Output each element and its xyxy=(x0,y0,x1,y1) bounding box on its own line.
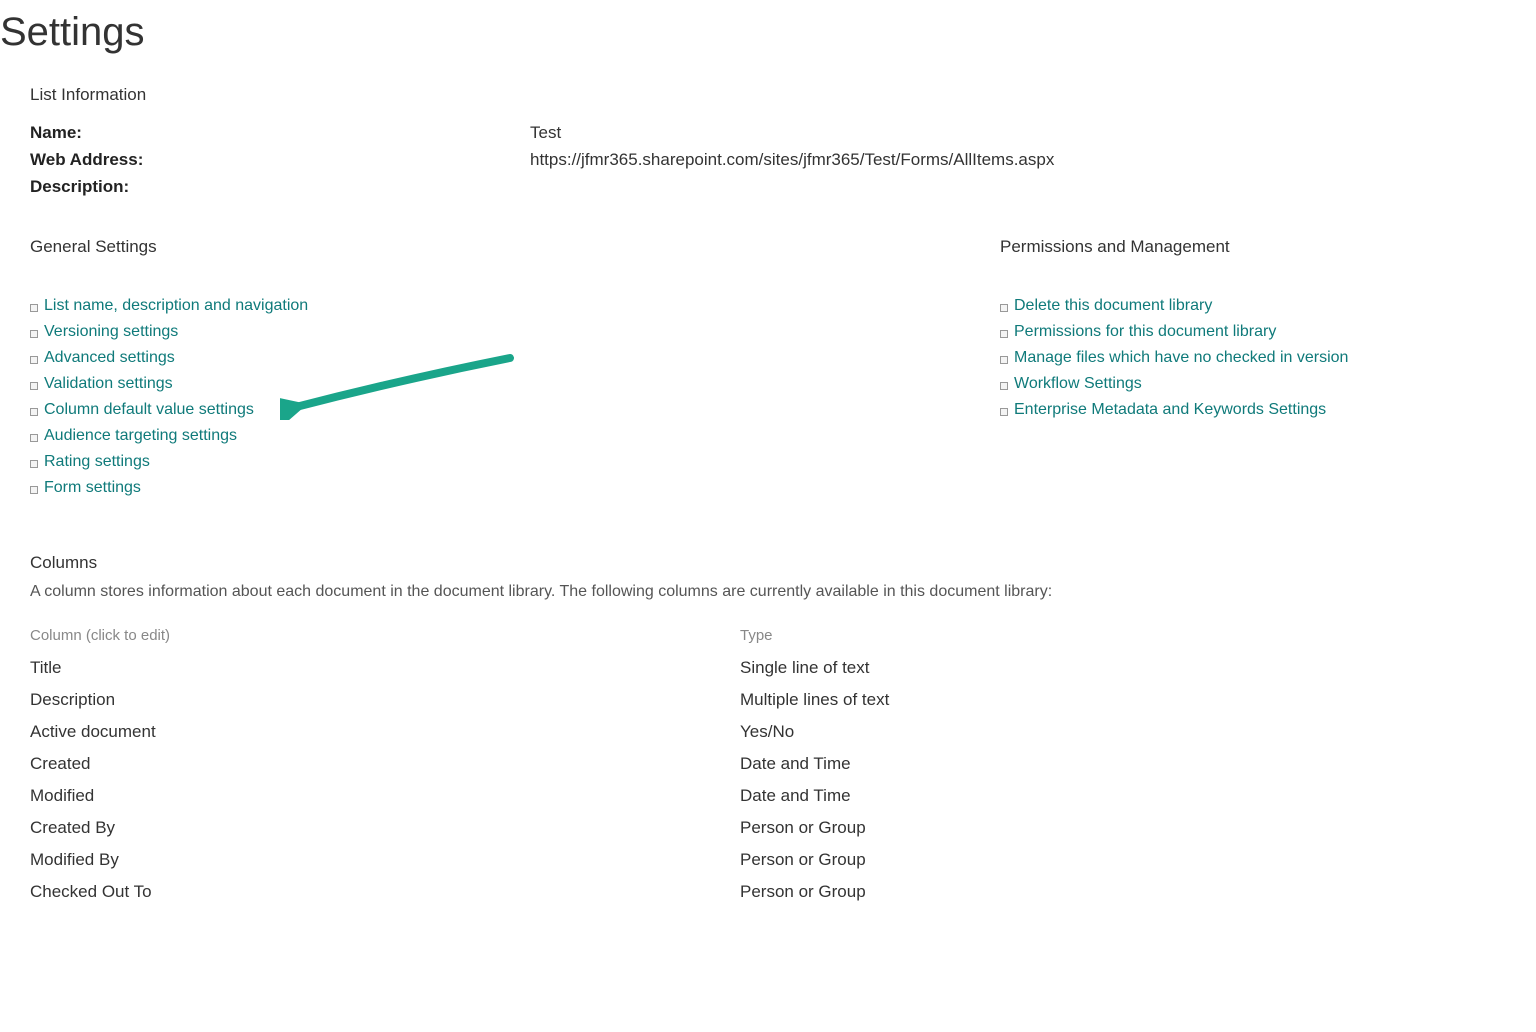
column-type: Date and Time xyxy=(740,754,1536,774)
page-title: Settings xyxy=(0,10,1536,55)
columns-table: Column (click to edit) Type Title Single… xyxy=(30,627,1536,902)
link-audience-targeting-settings[interactable]: Audience targeting settings xyxy=(44,427,237,444)
info-value-name: Test xyxy=(530,119,1536,146)
info-label-web: Web Address: xyxy=(30,146,530,173)
list-info-heading: List Information xyxy=(30,85,1536,105)
table-row: Checked Out To Person or Group xyxy=(30,882,1536,902)
column-type: Person or Group xyxy=(740,818,1536,838)
link-column-default-value-settings[interactable]: Column default value settings xyxy=(44,401,254,418)
column-link-active-document[interactable]: Active document xyxy=(30,722,156,741)
columns-header-type: Type xyxy=(740,627,1536,644)
link-permissions-library[interactable]: Permissions for this document library xyxy=(1014,323,1276,340)
link-advanced-settings[interactable]: Advanced settings xyxy=(44,349,175,366)
column-link-modified[interactable]: Modified xyxy=(30,786,94,805)
link-workflow-settings[interactable]: Workflow Settings xyxy=(1014,375,1142,392)
column-link-modified-by[interactable]: Modified By xyxy=(30,850,119,869)
link-rating-settings[interactable]: Rating settings xyxy=(44,453,150,470)
table-row: Title Single line of text xyxy=(30,658,1536,678)
column-link-checked-out-to[interactable]: Checked Out To xyxy=(30,882,152,901)
columns-description: A column stores information about each d… xyxy=(30,583,1536,601)
column-link-created-by[interactable]: Created By xyxy=(30,818,115,837)
table-row: Modified By Person or Group xyxy=(30,850,1536,870)
column-link-title[interactable]: Title xyxy=(30,658,62,677)
link-delete-library[interactable]: Delete this document library xyxy=(1014,297,1212,314)
link-enterprise-metadata[interactable]: Enterprise Metadata and Keywords Setting… xyxy=(1014,401,1326,418)
link-list-name-desc-nav[interactable]: List name, description and navigation xyxy=(44,297,308,314)
column-type: Date and Time xyxy=(740,786,1536,806)
link-versioning-settings[interactable]: Versioning settings xyxy=(44,323,178,340)
column-link-description[interactable]: Description xyxy=(30,690,115,709)
table-row: Description Multiple lines of text xyxy=(30,690,1536,710)
info-value-web: https://jfmr365.sharepoint.com/sites/jfm… xyxy=(530,146,1536,173)
link-form-settings[interactable]: Form settings xyxy=(44,479,141,496)
info-label-name: Name: xyxy=(30,119,530,146)
column-type: Multiple lines of text xyxy=(740,690,1536,710)
general-settings-list: List name, description and navigation Ve… xyxy=(30,297,980,497)
table-row: Created By Person or Group xyxy=(30,818,1536,838)
table-row: Modified Date and Time xyxy=(30,786,1536,806)
permissions-list: Delete this document library Permissions… xyxy=(1000,297,1536,419)
column-link-created[interactable]: Created xyxy=(30,754,90,773)
column-type: Yes/No xyxy=(740,722,1536,742)
general-settings-heading: General Settings xyxy=(30,237,980,257)
info-label-desc: Description: xyxy=(30,173,530,200)
columns-heading: Columns xyxy=(30,553,1536,573)
table-row: Active document Yes/No xyxy=(30,722,1536,742)
column-type: Person or Group xyxy=(740,882,1536,902)
link-manage-no-checkin[interactable]: Manage files which have no checked in ve… xyxy=(1014,349,1348,366)
columns-header-name: Column (click to edit) xyxy=(30,627,740,644)
permissions-heading: Permissions and Management xyxy=(1000,237,1536,257)
table-row: Created Date and Time xyxy=(30,754,1536,774)
column-type: Person or Group xyxy=(740,850,1536,870)
column-type: Single line of text xyxy=(740,658,1536,678)
info-value-desc xyxy=(530,173,1536,200)
link-validation-settings[interactable]: Validation settings xyxy=(44,375,173,392)
